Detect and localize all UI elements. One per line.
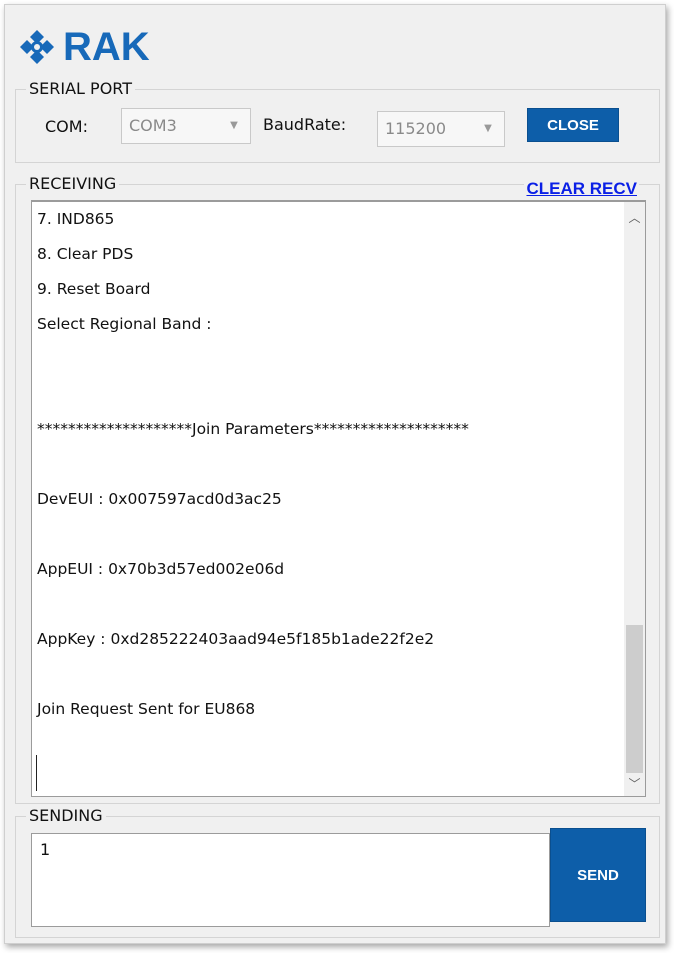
receive-line <box>37 377 621 412</box>
receive-line: AppKey : 0xd285222403aad94e5f185b1ade22f… <box>37 630 435 648</box>
com-select-value: COM3 <box>129 116 177 135</box>
receive-line <box>37 587 621 622</box>
rak-logo-icon <box>20 30 54 64</box>
baudrate-label: BaudRate: <box>263 115 347 134</box>
brand-logo: RAK <box>17 27 150 67</box>
baudrate-select[interactable]: 115200 ▼ <box>377 111 505 147</box>
receive-line: 7. IND865 <box>37 210 115 228</box>
receive-line <box>37 447 621 482</box>
receive-line: DevEUI : 0x007597acd0d3ac25 <box>37 490 282 508</box>
close-button[interactable]: CLOSE <box>527 108 619 142</box>
chevron-up-icon[interactable]: ︿ <box>624 206 645 228</box>
dropdown-arrow-icon[interactable]: ▼ <box>478 112 498 146</box>
brand-name: RAK <box>63 25 150 69</box>
chevron-down-icon[interactable]: ﹀ <box>624 772 645 794</box>
sending-title: SENDING <box>26 805 106 827</box>
app-window: RAK SERIAL PORT COM: COM3 ▼ BaudRate: 11… <box>4 4 666 944</box>
vertical-scrollbar[interactable]: ︿ ﹀ <box>624 202 645 796</box>
receive-lines: 7. IND865 8. Clear PDS 9. Reset Board Selec… <box>37 202 621 727</box>
text-caret <box>36 755 37 791</box>
com-label: COM: <box>45 117 88 136</box>
receive-text-area[interactable]: 7. IND865 8. Clear PDS 9. Reset Board Selec… <box>31 200 646 797</box>
receive-line: AppEUI : 0x70b3d57ed002e06d <box>37 560 285 578</box>
receiving-title: RECEIVING <box>26 173 120 195</box>
serial-port-title: SERIAL PORT <box>26 78 136 100</box>
dropdown-arrow-icon[interactable]: ▼ <box>224 109 244 143</box>
scrollbar-thumb[interactable] <box>626 625 643 773</box>
receive-line <box>37 517 621 552</box>
receive-line: 9. Reset Board <box>37 280 151 298</box>
receive-line: 8. Clear PDS <box>37 245 134 263</box>
send-input[interactable]: 1 <box>31 833 550 927</box>
receive-line <box>37 657 621 692</box>
receive-line <box>37 342 621 377</box>
receive-line: Select Regional Band : <box>37 315 212 333</box>
baudrate-select-value: 115200 <box>385 119 447 138</box>
receive-line: ********************Join Parameters*****… <box>37 420 469 438</box>
com-select[interactable]: COM3 ▼ <box>121 108 251 144</box>
receive-line: Join Request Sent for EU868 <box>37 700 256 718</box>
clear-recv-link[interactable]: CLEAR RECV <box>524 179 639 199</box>
send-button[interactable]: SEND <box>550 828 646 922</box>
